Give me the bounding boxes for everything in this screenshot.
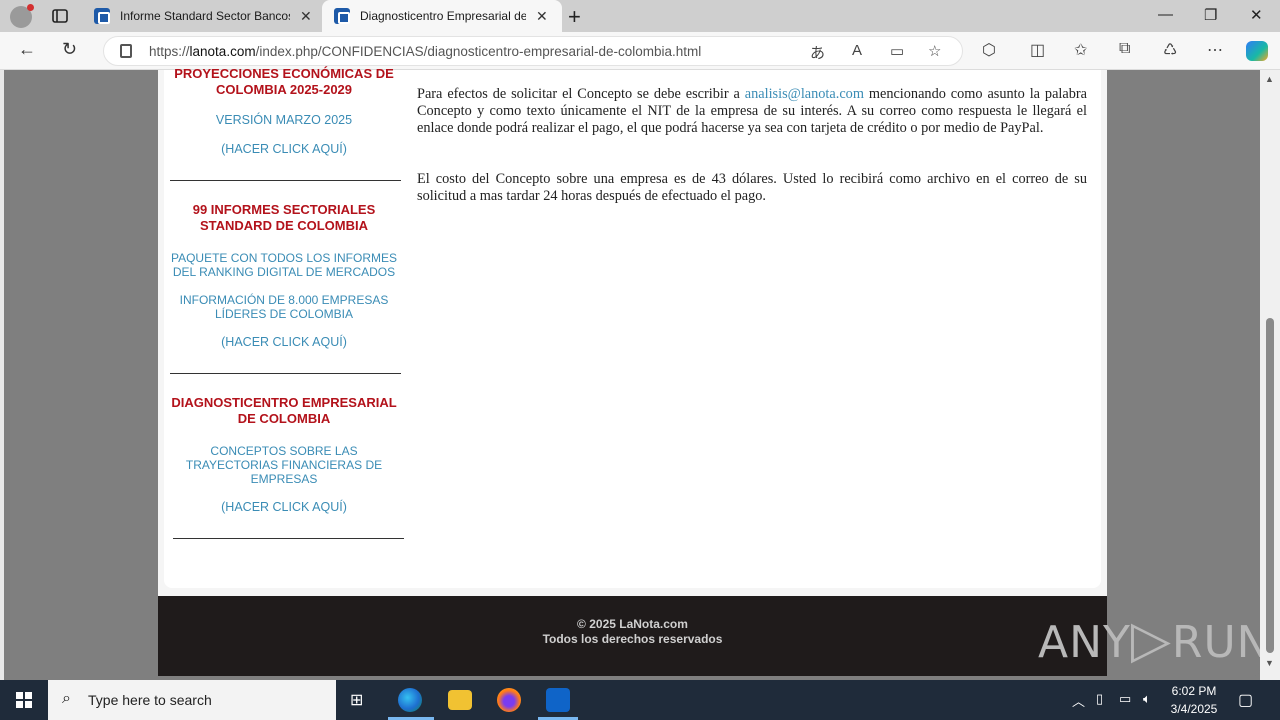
taskbar-search-box[interactable]: ⌕ Type here to search <box>48 680 336 720</box>
sidebar-divider <box>170 373 401 374</box>
anyrun-watermark: ANY▷RUN <box>1038 610 1271 670</box>
firefox-icon[interactable] <box>497 688 521 712</box>
email-link[interactable]: analisis@lanota.com <box>745 86 864 102</box>
site-frame: PROYECCIONES ECONÓMICAS DE COLOMBIA 2025… <box>158 66 1107 596</box>
favorites-icon[interactable]: ✩ <box>1074 40 1087 60</box>
tab-close-icon[interactable]: ✕ <box>536 8 548 25</box>
content-box: PROYECCIONES ECONÓMICAS DE COLOMBIA 2025… <box>164 66 1101 588</box>
extensions-icon[interactable]: ⬡ <box>982 40 996 60</box>
windows-start-icon[interactable] <box>16 692 32 708</box>
immersive-reader-icon[interactable]: ▭ <box>890 42 904 60</box>
page-viewport: PROYECCIONES ECONÓMICAS DE COLOMBIA 2025… <box>0 66 1280 680</box>
taskbar: ⌕ Type here to search ⊞ ︿ ▯ ▭ 🔈︎ 6:02 PM… <box>0 680 1280 720</box>
sidebar-title-proyecciones[interactable]: PROYECCIONES ECONÓMICAS DE COLOMBIA 2025… <box>170 66 398 98</box>
scroll-down-icon[interactable]: ▼ <box>1265 658 1274 668</box>
clock-time[interactable]: 6:02 PM <box>1164 684 1224 698</box>
file-explorer-icon[interactable] <box>448 690 472 710</box>
sidebar-desc-empresas[interactable]: INFORMACIÓN DE 8.000 EMPRESAS LÍDERES DE… <box>170 293 398 321</box>
site-favicon-icon <box>94 8 110 24</box>
search-icon: ⌕ <box>62 690 71 707</box>
task-view-icon[interactable]: ⊞ <box>350 690 363 710</box>
sidebar-subtitle-version[interactable]: VERSIÓN MARZO 2025 <box>170 113 398 127</box>
copilot-icon[interactable] <box>1246 41 1268 61</box>
sidebar-link-proyecciones[interactable]: (HACER CLICK AQUÍ) <box>170 142 398 156</box>
browser-toolbar: ← ↻ https://lanota.com/index.php/CONFIDE… <box>0 32 1280 70</box>
vertical-scrollbar[interactable]: ▲ ▼ <box>1260 70 1280 680</box>
tab-title: Diagnosticentro Empresarial de C <box>360 9 526 23</box>
performance-icon[interactable]: ♺ <box>1163 40 1177 60</box>
collections-icon[interactable]: ⧉ <box>1119 40 1130 58</box>
sidebar-link-diagnosticentro[interactable]: (HACER CLICK AQUÍ) <box>170 500 398 514</box>
network-icon[interactable]: ▭ <box>1119 691 1131 707</box>
volume-icon[interactable]: 🔈︎ <box>1143 691 1151 707</box>
split-screen-icon[interactable]: ◫ <box>1030 40 1045 60</box>
address-bar[interactable]: https://lanota.com/index.php/CONFIDENCIA… <box>103 36 963 66</box>
more-icon[interactable]: ⋯ <box>1207 40 1223 60</box>
notification-dot <box>27 4 34 11</box>
back-button[interactable]: ← <box>18 39 36 60</box>
tab-title: Informe Standard Sector Bancos <box>120 9 290 23</box>
device-icon[interactable]: ▯ <box>1096 691 1103 707</box>
outlook-icon[interactable] <box>546 688 570 712</box>
scroll-thumb[interactable] <box>1266 318 1274 653</box>
sidebar-divider <box>173 538 404 539</box>
tab-strip: Informe Standard Sector Bancos ✕ Diagnos… <box>0 0 1280 32</box>
clock-date[interactable]: 3/4/2025 <box>1164 702 1224 716</box>
sidebar-title-diagnosticentro[interactable]: DIAGNOSTICENTRO EMPRESARIAL DE COLOMBIA <box>170 395 398 427</box>
favorite-icon[interactable]: ☆ <box>928 42 941 60</box>
sidebar-divider <box>170 180 401 181</box>
sidebar-desc-paquete[interactable]: PAQUETE CON TODOS LOS INFORMES DEL RANKI… <box>170 251 398 279</box>
url-text[interactable]: https://lanota.com/index.php/CONFIDENCIA… <box>149 44 701 59</box>
sidebar-link-informes[interactable]: (HACER CLICK AQUÍ) <box>170 335 398 349</box>
site-footer: © 2025 LaNota.com Todos los derechos res… <box>158 596 1107 676</box>
tab-informe-standard[interactable]: Informe Standard Sector Bancos ✕ <box>84 0 320 32</box>
footer-copyright: © 2025 LaNota.com <box>577 617 688 631</box>
sidebar-desc-conceptos[interactable]: CONCEPTOS SOBRE LAS TRAYECTORIAS FINANCI… <box>170 444 398 486</box>
restore-button[interactable]: ❐ <box>1204 6 1217 24</box>
new-tab-button[interactable]: + <box>568 4 581 30</box>
cost-paragraph: El costo del Concepto sobre una empresa … <box>417 171 1087 204</box>
show-hidden-icons-chevron-up-icon[interactable]: ︿ <box>1072 691 1085 710</box>
close-window-button[interactable]: ✕ <box>1250 6 1263 24</box>
instructions-paragraph: Para efectos de solicitar el Concepto se… <box>417 86 1087 136</box>
lock-icon[interactable] <box>120 44 132 58</box>
search-placeholder[interactable]: Type here to search <box>88 692 212 708</box>
sidebar-title-informes[interactable]: 99 INFORMES SECTORIALES STANDARD DE COLO… <box>170 202 398 234</box>
reload-button[interactable]: ↻ <box>62 39 77 60</box>
minimize-button[interactable]: — <box>1158 6 1173 23</box>
tab-diagnosticentro[interactable]: Diagnosticentro Empresarial de C ✕ <box>322 0 562 32</box>
sidebar: PROYECCIONES ECONÓMICAS DE COLOMBIA 2025… <box>164 66 409 588</box>
scroll-up-icon[interactable]: ▲ <box>1265 74 1274 84</box>
site-favicon-icon <box>334 8 350 24</box>
translate-icon[interactable]: あ <box>810 42 825 63</box>
footer-rights: Todos los derechos reservados <box>542 632 723 646</box>
notifications-icon[interactable]: ▢ <box>1238 690 1253 710</box>
edge-browser-icon[interactable] <box>398 688 422 712</box>
play-logo-icon: ▷ <box>1130 610 1172 670</box>
tab-close-icon[interactable]: ✕ <box>300 8 312 25</box>
tab-actions-icon[interactable] <box>50 6 70 26</box>
read-aloud-icon[interactable]: A <box>852 42 862 59</box>
